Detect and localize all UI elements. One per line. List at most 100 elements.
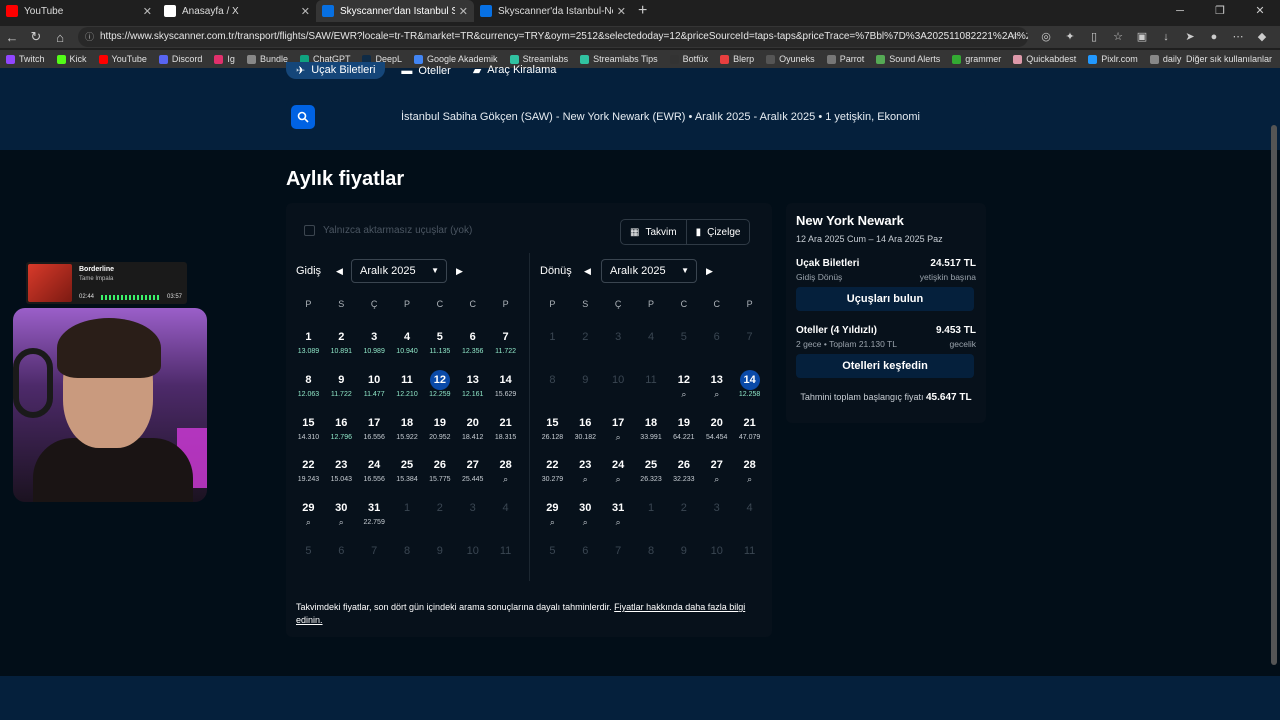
prev-month-icon[interactable]: ◀ (584, 266, 591, 277)
return-month-select[interactable]: Aralık 2025 ▼ (601, 259, 697, 283)
calendar-day[interactable]: 5 11.135 (423, 315, 456, 358)
calendar-day[interactable]: 6 12.356 (456, 315, 489, 358)
calendar-day[interactable]: 10 11.477 (358, 358, 391, 401)
calendar-day[interactable]: 7 11.722 (489, 315, 522, 358)
browser-tab[interactable]: YouTube ✕ (0, 0, 158, 22)
calendar-day[interactable]: 29 ⌕ (536, 486, 569, 529)
search-button[interactable] (291, 105, 315, 129)
split-screen-icon[interactable]: ▯ (1084, 26, 1104, 48)
calendar-day[interactable]: 22 30.279 (536, 443, 569, 486)
calendar-day[interactable]: 15 14.310 (292, 401, 325, 444)
search-summary-bar[interactable]: İstanbul Sabiha Gökçen (SAW) - New York … (286, 100, 986, 134)
calendar-day[interactable]: 12 12.259 (423, 358, 456, 401)
close-tab-icon[interactable]: ✕ (459, 5, 468, 18)
next-month-icon[interactable]: ▶ (456, 266, 463, 277)
calendar-day[interactable]: 28 ⌕ (489, 443, 522, 486)
maximize-icon[interactable]: ❐ (1200, 0, 1240, 22)
calendar-day[interactable]: 12 ⌕ (667, 358, 700, 401)
share-icon[interactable]: ➤ (1180, 26, 1200, 48)
calendar-day[interactable]: 16 30.182 (569, 401, 602, 444)
calendar-day[interactable]: 21 47.079 (733, 401, 766, 444)
calendar-day[interactable]: 17 16.556 (358, 401, 391, 444)
calendar-day[interactable]: 1 13.089 (292, 315, 325, 358)
browser-tab[interactable]: Skyscanner'dan İstanbul Sabiha G ✕ (316, 0, 474, 22)
browser-tab[interactable]: Skyscanner'da İstanbul-New York ✕ (474, 0, 632, 22)
calendar-day[interactable]: 31 ⌕ (602, 486, 635, 529)
bookmark-item[interactable]: Ig (214, 54, 235, 64)
calendar-day[interactable]: 18 33.991 (635, 401, 668, 444)
checkbox-box[interactable] (304, 225, 315, 236)
calendar-day[interactable]: 8 12.063 (292, 358, 325, 401)
nav-car-hire[interactable]: ▰ Araç Kiralama (467, 64, 563, 77)
calendar-day[interactable]: 26 15.775 (423, 443, 456, 486)
bookmark-item[interactable]: Pixlr.com (1088, 54, 1138, 64)
collections-icon[interactable]: ▣ (1132, 26, 1152, 48)
calendar-day[interactable]: 14 12.258 (733, 358, 766, 401)
nav-flights[interactable]: ✈ Uçak Biletleri (286, 62, 386, 79)
calendar-day[interactable]: 25 15.384 (391, 443, 424, 486)
scrollbar[interactable] (1271, 125, 1277, 665)
nav-hotels[interactable]: ▬ Oteller (395, 65, 456, 77)
explore-hotels-button[interactable]: Otelleri keşfedin (796, 354, 974, 378)
calendar-day[interactable]: 4 10.940 (391, 315, 424, 358)
bookmark-item[interactable]: YouTube (98, 54, 147, 64)
find-flights-button[interactable]: Uçuşları bulun (796, 287, 974, 311)
calendar-day[interactable]: 15 26.128 (536, 401, 569, 444)
back-icon[interactable]: ← (0, 30, 24, 45)
calendar-day[interactable]: 19 64.221 (667, 401, 700, 444)
calendar-day[interactable]: 24 16.556 (358, 443, 391, 486)
minimize-icon[interactable]: ─ (1160, 0, 1200, 22)
bookmark-item[interactable]: grammer (952, 54, 1001, 64)
favorite-star-icon[interactable]: ☆ (1011, 27, 1020, 47)
calendar-day[interactable]: 13 12.161 (456, 358, 489, 401)
bookmark-item[interactable]: Quickabdest (1013, 54, 1076, 64)
calendar-day[interactable]: 3 10.989 (358, 315, 391, 358)
calendar-day[interactable]: 24 ⌕ (602, 443, 635, 486)
bookmark-item[interactable]: Botfüx (669, 54, 708, 64)
outbound-month-select[interactable]: Aralık 2025 ▼ (351, 259, 447, 283)
direct-only-checkbox[interactable]: Yalnızca aktarmasız uçuşlar (yok) (304, 225, 472, 236)
calendar-day[interactable]: 30 ⌕ (325, 486, 358, 529)
bookmark-item[interactable]: Bundle (246, 54, 288, 64)
calendar-day[interactable]: 28 ⌕ (733, 443, 766, 486)
calendar-day[interactable]: 23 ⌕ (569, 443, 602, 486)
bookmark-item[interactable]: Blerp (720, 54, 754, 64)
calendar-day[interactable]: 2 10.891 (325, 315, 358, 358)
favorites-icon[interactable]: ☆ (1108, 26, 1128, 48)
extension-icon[interactable]: ✦ (1060, 26, 1080, 48)
copilot-icon[interactable]: ◆ (1252, 26, 1272, 48)
calendar-view-button[interactable]: ▦ Takvim (621, 220, 686, 244)
other-bookmarks[interactable]: Diğer sık kullanılanlar (1186, 50, 1272, 68)
bookmark-item[interactable]: Sound Alerts (876, 54, 940, 64)
close-tab-icon[interactable]: ✕ (617, 5, 626, 18)
read-aloud-icon[interactable]: ◎ (1036, 26, 1056, 48)
calendar-day[interactable]: 11 12.210 (391, 358, 424, 401)
calendar-day[interactable]: 29 ⌕ (292, 486, 325, 529)
new-tab-icon[interactable]: + (638, 2, 647, 20)
close-window-icon[interactable]: ✕ (1240, 0, 1280, 22)
bookmark-item[interactable]: Oyuneks (766, 54, 815, 64)
prev-month-icon[interactable]: ◀ (336, 266, 343, 277)
bookmark-item[interactable]: Discord (158, 54, 202, 64)
close-tab-icon[interactable]: ✕ (143, 5, 152, 18)
calendar-day[interactable]: 21 18.315 (489, 401, 522, 444)
bookmark-item[interactable]: Kick (56, 54, 87, 64)
calendar-day[interactable]: 17 ⌕ (602, 401, 635, 444)
calendar-day[interactable]: 16 12.796 (325, 401, 358, 444)
browser-tab[interactable]: Anasayfa / X ✕ (158, 0, 316, 22)
calendar-day[interactable]: 23 15.043 (325, 443, 358, 486)
chart-view-button[interactable]: ▮ Çizelge (685, 220, 750, 244)
calendar-day[interactable]: 22 19.243 (292, 443, 325, 486)
next-month-icon[interactable]: ▶ (706, 266, 713, 277)
bookmark-item[interactable]: Parrot (826, 54, 864, 64)
reload-icon[interactable]: ↻ (24, 29, 48, 45)
calendar-day[interactable]: 27 ⌕ (700, 443, 733, 486)
calendar-day[interactable]: 25 26.323 (635, 443, 668, 486)
calendar-day[interactable]: 20 18.412 (456, 401, 489, 444)
calendar-day[interactable]: 19 20.952 (423, 401, 456, 444)
bookmark-item[interactable]: Streamlabs Tips (580, 54, 658, 64)
downloads-icon[interactable]: ↓ (1156, 26, 1176, 48)
calendar-day[interactable]: 20 54.454 (700, 401, 733, 444)
calendar-day[interactable]: 9 11.722 (325, 358, 358, 401)
calendar-day[interactable]: 30 ⌕ (569, 486, 602, 529)
